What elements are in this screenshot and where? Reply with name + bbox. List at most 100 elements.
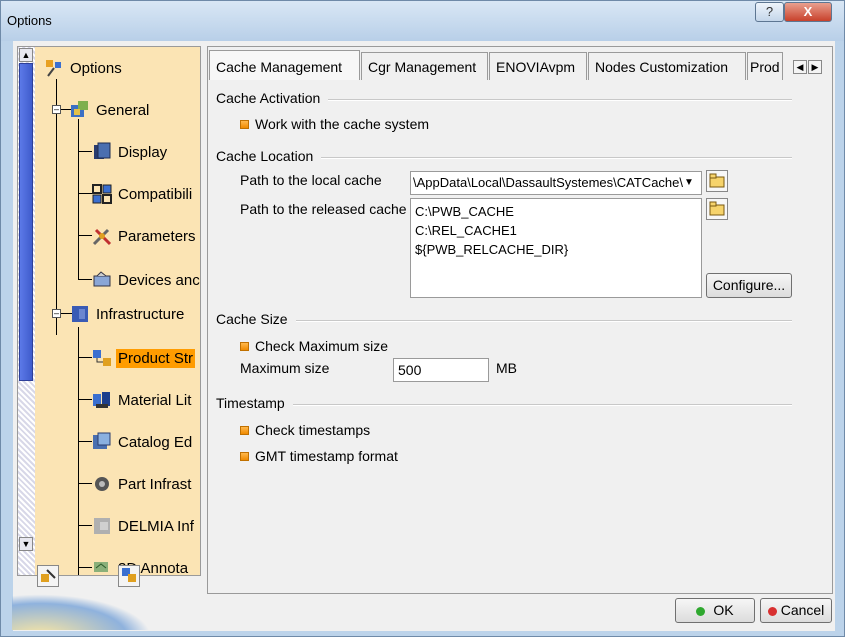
tree-connector (78, 279, 92, 280)
tree-item-parameters[interactable]: Parameters (92, 225, 198, 247)
checkbox-checked-icon (240, 425, 249, 435)
tab-enoviavpm[interactable]: ENOVIAvpm (489, 52, 587, 80)
list-item[interactable]: ${PWB_RELCACHE_DIR} (415, 240, 697, 259)
tree-item-material-library[interactable]: Material Lit (92, 389, 193, 411)
timestamp-title: Timestamp (216, 395, 293, 411)
group-separator (216, 404, 792, 406)
browse-released-cache-button[interactable] (706, 198, 728, 220)
checkbox-checked-icon (240, 119, 249, 129)
ok-label: OK (713, 602, 734, 618)
close-button[interactable]: X (784, 2, 832, 22)
folder-icon (709, 201, 725, 216)
tree-connector (78, 357, 92, 358)
tree-item-label: General (96, 101, 150, 119)
tree-item-product-structure[interactable]: Product Str (92, 347, 196, 369)
title-bar: Options ? X (1, 1, 844, 41)
tree-root-options[interactable]: Options (44, 57, 124, 79)
catalog-editor-icon (92, 432, 112, 452)
tree-item-label: Infrastructure (96, 305, 185, 323)
folder-icon (709, 173, 725, 188)
tree-scrollbar[interactable]: ▲ ▼ (18, 47, 35, 575)
cache-activation-title: Cache Activation (216, 90, 329, 106)
tree-item-label: Display (118, 143, 168, 161)
tree-connector (78, 151, 92, 152)
tree-item-label: Part Infrast (118, 475, 192, 493)
maximum-size-input[interactable]: 500 (393, 358, 489, 382)
options-tree: ▲ ▼ – – Options General Display Compatib… (17, 46, 201, 576)
tree-item-devices[interactable]: Devices anc (92, 269, 200, 291)
configure-button[interactable]: Configure... (706, 273, 792, 298)
tab-scroll-right-icon[interactable]: ▶ (808, 60, 822, 74)
tree-item-display[interactable]: Display (92, 141, 169, 163)
tree-connector (78, 235, 92, 236)
tree-item-compatibility[interactable]: Compatibili (92, 183, 194, 205)
tree-expand-all-icon[interactable] (37, 565, 59, 587)
released-cache-label: Path to the released cache (240, 201, 407, 217)
work-with-cache-checkbox[interactable]: Work with the cache system (240, 116, 429, 132)
tree-item-label: Material Lit (118, 391, 192, 409)
checkbox-label: Check Maximum size (255, 338, 389, 354)
tree-item-label: Devices anc (118, 271, 200, 289)
tree-item-label: DELMIA Inf (118, 517, 194, 535)
display-icon (92, 142, 112, 162)
tab-prod[interactable]: Prod (747, 52, 783, 80)
checkbox-checked-icon (240, 451, 249, 461)
tree-connector (78, 399, 92, 400)
tab-cgr-management[interactable]: Cgr Management (361, 52, 488, 80)
tab-cache-management[interactable]: Cache Management (209, 50, 360, 80)
released-cache-list[interactable]: C:\PWB_CACHE C:\REL_CACHE1 ${PWB_RELCACH… (410, 198, 702, 298)
corner-decoration (12, 594, 152, 630)
tree-root-label: Options (70, 59, 122, 77)
maximum-size-unit: MB (496, 360, 517, 376)
tab-nodes-customization[interactable]: Nodes Customization (588, 52, 746, 80)
scroll-up-arrow-icon[interactable]: ▲ (19, 48, 33, 62)
checkbox-label: GMT timestamp format (255, 448, 398, 464)
check-maximum-size-checkbox[interactable]: Check Maximum size (240, 338, 388, 354)
tree-collapse-all-icon[interactable] (118, 565, 140, 587)
devices-icon (92, 270, 112, 290)
part-infrastructure-icon (92, 474, 112, 494)
tree-item-label: Product Str (116, 348, 196, 368)
material-library-icon (92, 390, 112, 410)
list-item[interactable]: C:\REL_CACHE1 (415, 221, 697, 240)
collapse-general-icon[interactable]: – (52, 105, 61, 114)
check-timestamps-checkbox[interactable]: Check timestamps (240, 422, 370, 438)
cache-size-title: Cache Size (216, 311, 296, 327)
compatibility-icon (92, 184, 112, 204)
tree-item-3d-annotation[interactable]: 3D Annota (92, 557, 190, 575)
tree-item-label: Parameters (118, 227, 196, 245)
maximum-size-label: Maximum size (240, 360, 330, 376)
tree-connector (78, 567, 92, 568)
group-separator (216, 320, 792, 322)
scroll-thumb[interactable] (19, 63, 33, 381)
cache-location-title: Cache Location (216, 148, 322, 164)
local-cache-path-combo[interactable]: \AppData\Local\DassaultSystemes\CATCache… (410, 171, 702, 195)
local-cache-path-value: \AppData\Local\DassaultSystemes\CATCache… (413, 175, 683, 190)
tree-item-general[interactable]: General (70, 99, 151, 121)
infrastructure-icon (70, 304, 90, 324)
collapse-infrastructure-icon[interactable]: – (52, 309, 61, 318)
chevron-down-icon[interactable]: ▼ (684, 177, 694, 188)
tree-item-label: Compatibili (118, 185, 193, 203)
tab-scroll-left-icon[interactable]: ◀ (793, 60, 807, 74)
gmt-timestamp-checkbox[interactable]: GMT timestamp format (240, 448, 398, 464)
tree-item-delmia[interactable]: DELMIA Inf (92, 515, 196, 537)
tree-item-part-infrastructure[interactable]: Part Infrast (92, 473, 193, 495)
tree-connector (78, 327, 79, 575)
scroll-down-arrow-icon[interactable]: ▼ (19, 537, 33, 551)
cancel-label: Cancel (780, 602, 825, 618)
help-button[interactable]: ? (755, 2, 784, 22)
tree-item-catalog-editor[interactable]: Catalog Ed (92, 431, 194, 453)
tree-connector (78, 525, 92, 526)
tree-item-label: Catalog Ed (118, 433, 193, 451)
tree-connector (78, 441, 92, 442)
list-item[interactable]: C:\PWB_CACHE (415, 202, 697, 221)
delmia-icon (92, 516, 112, 536)
tree-connector (56, 79, 57, 335)
cancel-button[interactable]: Cancel (760, 598, 832, 623)
tree-item-infrastructure[interactable]: Infrastructure (70, 303, 186, 325)
window-title: Options (7, 13, 52, 28)
browse-local-cache-button[interactable] (706, 170, 728, 192)
ok-button[interactable]: OK (675, 598, 755, 623)
ok-icon (696, 606, 706, 616)
